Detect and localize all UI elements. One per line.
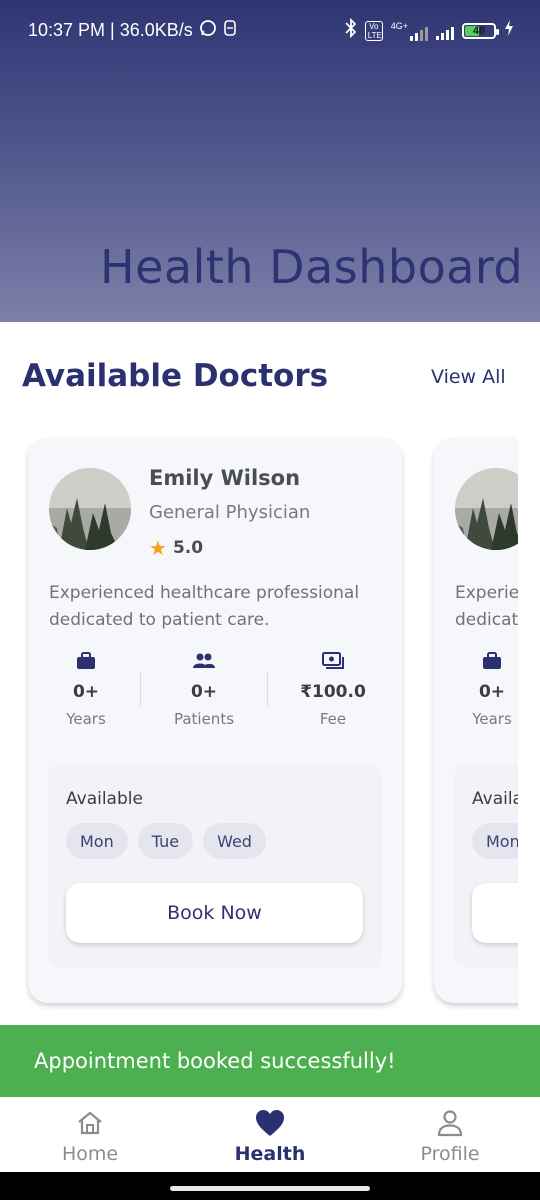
- doctor-stats: 0+ Years 0+ Patients ₹100.0 Fee: [28, 648, 402, 728]
- stat-years: 0+ Years: [26, 648, 146, 728]
- nav-health[interactable]: Health: [210, 1107, 330, 1165]
- bluetooth-icon: [345, 17, 357, 43]
- page-title: Health Dashboard: [100, 240, 524, 294]
- star-icon: ★: [149, 536, 167, 560]
- signal-4g-icon: 4G+: [391, 21, 428, 41]
- bottom-navigation: Home Health Profile: [0, 1097, 540, 1172]
- app-header: 10:37 PM | 36.0KB/s Vo LTE 4G+ 48 Health…: [0, 0, 540, 322]
- doctor-avatar: [49, 468, 131, 550]
- day-chip[interactable]: Wed: [203, 823, 266, 859]
- view-all-link[interactable]: View All: [431, 366, 506, 388]
- nav-home[interactable]: Home: [30, 1107, 150, 1165]
- rating-value: 5.0: [172, 538, 204, 558]
- book-now-button[interactable]: Book Now: [66, 883, 363, 943]
- availability-label: Available: [66, 789, 143, 809]
- battery-icon: 48: [462, 22, 499, 39]
- success-snackbar: Appointment booked successfully!: [0, 1025, 540, 1097]
- whatsapp-icon: [199, 19, 217, 42]
- briefcase-icon: [26, 648, 146, 674]
- doctor-specialty: General Physician: [149, 502, 311, 523]
- doctor-rating: ★ 5.0: [149, 536, 203, 560]
- divider: [267, 672, 268, 706]
- sim-icon: [223, 19, 237, 42]
- day-chip[interactable]: Mon: [472, 823, 518, 859]
- stat-fee: ₹100.0 Fee: [273, 648, 393, 728]
- volte-badge: Vo LTE: [364, 20, 383, 41]
- doctor-avatar: [455, 468, 518, 550]
- day-chip[interactable]: Tue: [137, 823, 194, 859]
- availability-section: Available Mon: [454, 763, 518, 968]
- book-now-button[interactable]: [472, 883, 518, 943]
- stat-patients: 0+ Patients: [144, 648, 264, 728]
- doctor-stats: 0+ Years: [434, 648, 518, 728]
- day-chip[interactable]: Mon: [66, 823, 128, 859]
- doctor-description: Experienced healthcare professional dedi…: [455, 583, 518, 630]
- signal-icon: [436, 22, 454, 40]
- charging-icon: [504, 20, 514, 41]
- divider: [140, 672, 141, 706]
- home-icon: [30, 1107, 150, 1139]
- stat-years: 0+ Years: [432, 648, 518, 728]
- availability-section: Available Mon Tue Wed Book Now: [48, 763, 382, 968]
- money-icon: [273, 648, 393, 674]
- people-icon: [144, 648, 264, 674]
- person-icon: [390, 1107, 510, 1139]
- doctor-description: Experienced healthcare professional dedi…: [49, 583, 360, 630]
- available-days: Mon: [472, 823, 518, 859]
- doctor-card[interactable]: Experienced healthcare professional dedi…: [434, 438, 518, 1003]
- doctor-carousel[interactable]: Emily Wilson General Physician ★ 5.0 Exp…: [0, 430, 518, 1010]
- available-days: Mon Tue Wed: [66, 823, 266, 859]
- availability-label: Available: [472, 789, 518, 809]
- nav-profile[interactable]: Profile: [390, 1107, 510, 1165]
- briefcase-icon: [432, 648, 518, 674]
- snackbar-message: Appointment booked successfully!: [34, 1049, 396, 1073]
- status-bar: 10:37 PM | 36.0KB/s Vo LTE 4G+ 48: [0, 0, 540, 62]
- home-gesture-bar[interactable]: [170, 1186, 370, 1191]
- section-title: Available Doctors: [22, 358, 329, 394]
- status-time: 10:37 PM | 36.0KB/s: [28, 20, 193, 40]
- doctor-name: Emily Wilson: [149, 466, 301, 490]
- heart-icon: [210, 1107, 330, 1139]
- doctor-card[interactable]: Emily Wilson General Physician ★ 5.0 Exp…: [28, 438, 402, 1003]
